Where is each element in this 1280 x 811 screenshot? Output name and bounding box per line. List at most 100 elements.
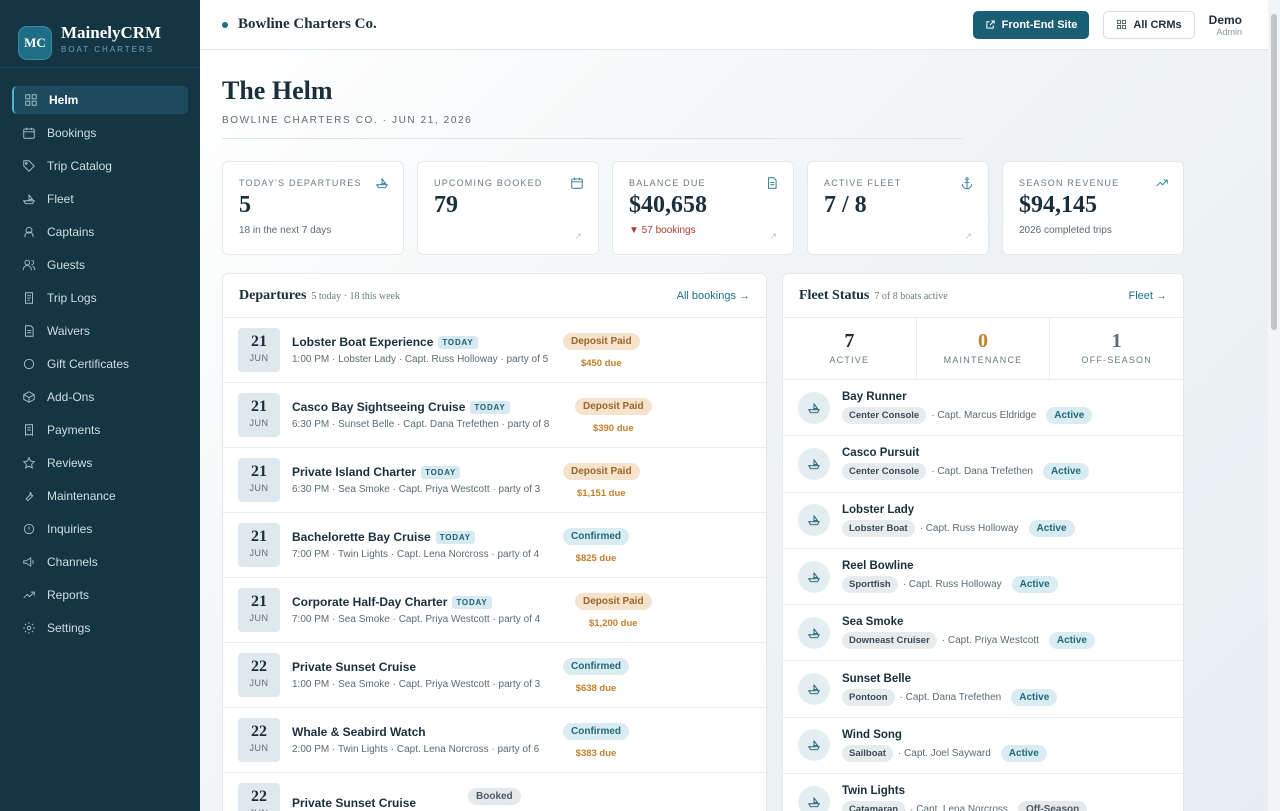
sidebar-item-label: Trip Catalog	[47, 159, 112, 173]
sidebar-item-inquiries[interactable]: Inquiries	[12, 515, 188, 543]
trip-name: Whale & Seabird Watch	[292, 725, 426, 739]
stat-card-upcoming-booked[interactable]: UPCOMING BOOKED 79 ↗	[417, 161, 599, 255]
sidebar-item-payments[interactable]: Payments	[12, 416, 188, 444]
date-day: 22	[251, 658, 267, 675]
boat-row-reel-bowline[interactable]: Reel Bowline Sportfish · Capt. Russ Hollow…	[783, 549, 1183, 606]
sidebar-item-label: Channels	[47, 555, 98, 569]
departure-row[interactable]: 21 JUN Private Island Charter TODAY 6:30 PM …	[223, 448, 766, 513]
sidebar-item-bookings[interactable]: Bookings	[12, 119, 188, 147]
brand-subtitle: BOAT CHARTERS	[61, 45, 155, 54]
user-menu[interactable]: Demo Admin	[1209, 13, 1242, 37]
wrench-icon	[22, 489, 36, 503]
sidebar-item-fleet[interactable]: Fleet	[12, 185, 188, 213]
departure-meta: 7:00 PM · Twin Lights · Capt. Lena Norcr…	[292, 549, 540, 560]
boat-row-sea-smoke[interactable]: Sea Smoke Downeast Cruiser · Capt. Priya W…	[783, 605, 1183, 662]
departures-title: Departures	[239, 287, 307, 303]
balance-due: $1,200 due	[588, 618, 638, 629]
stat-card-balance-due[interactable]: BALANCE DUE $40,658 ▼ 57 bookings ↗	[612, 161, 794, 255]
departure-row[interactable]: 21 JUN Corporate Half-Day Charter TODAY 7:00…	[223, 578, 766, 643]
front-end-site-button[interactable]: Front-End Site	[972, 10, 1090, 39]
boat-row-lobster-lady[interactable]: Lobster Lady Lobster Boat · Capt. Russ Hol…	[783, 493, 1183, 549]
boat-info: Reel Bowline Sportfish · Capt. Russ Hollow…	[842, 560, 1058, 594]
stat-value: 7 / 8	[824, 192, 867, 218]
boat-icon	[798, 673, 830, 706]
stat-card-season-revenue[interactable]: SEASON REVENUE $94,145 2026 completed trip…	[1002, 161, 1184, 255]
boat-captain: · Capt. Dana Trefethen	[931, 466, 1033, 478]
log-icon	[22, 291, 36, 305]
boat-row-wind-song[interactable]: Wind Song Sailboat · Capt. Joel Sayward Act…	[783, 718, 1183, 775]
all-crms-button[interactable]: All CRMs	[1103, 10, 1195, 39]
departure-row[interactable]: 22 JUN Whale & Seabird Watch 2:00 PM · Twin…	[223, 708, 766, 773]
fleet-link[interactable]: Fleet →	[1128, 290, 1167, 302]
boat-row-twin-lights[interactable]: Twin Lights Catamaran · Capt. Lena Norcros…	[783, 774, 1183, 811]
page-scrollbar[interactable]	[1268, 0, 1280, 811]
sidebar-item-trip-logs[interactable]: Trip Logs	[12, 284, 188, 312]
date-day: 21	[251, 528, 267, 545]
departure-row[interactable]: 21 JUN Lobster Boat Experience TODAY 1:00 PM…	[223, 318, 766, 383]
sidebar-item-label: Waivers	[47, 324, 90, 338]
boat-type-badge: Pontoon	[842, 688, 895, 706]
page-title: The Helm	[222, 76, 333, 105]
stat-card-today-s-departures[interactable]: TODAY'S DEPARTURES 5 18 in the next 7 days	[222, 161, 404, 255]
departure-row[interactable]: 22 JUN Private Sunset Cruise 1:00 PM · Sea …	[223, 643, 766, 708]
sidebar-item-gift-certificates[interactable]: Gift Certificates	[12, 350, 188, 378]
sidebar-item-label: Maintenance	[47, 489, 116, 503]
boat-type-badge: Lobster Boat	[842, 519, 915, 537]
sidebar-item-settings[interactable]: Settings	[12, 614, 188, 642]
tag-icon	[22, 159, 36, 173]
sidebar-item-guests[interactable]: Guests	[12, 251, 188, 279]
date-month: JUN	[249, 743, 269, 753]
departure-row[interactable]: 21 JUN Casco Bay Sightseeing Cruise TODAY 6:…	[223, 383, 766, 448]
departure-title: Private Sunset Cruise	[292, 660, 540, 674]
fleet-meta: 7 of 8 boats active	[874, 291, 948, 302]
sidebar-item-waivers[interactable]: Waivers	[12, 317, 188, 345]
departure-info: Private Island Charter TODAY 6:30 PM · Sea…	[292, 465, 540, 495]
sidebar-item-reports[interactable]: Reports	[12, 581, 188, 609]
status-badge: Deposit Paid	[575, 398, 652, 415]
status-badge: Confirmed	[563, 723, 629, 740]
sidebar-item-label: Gift Certificates	[47, 357, 130, 371]
departure-title: Private Island Charter TODAY	[292, 465, 540, 479]
boat-type-badge: Center Console	[842, 407, 927, 425]
sidebar-item-reviews[interactable]: Reviews	[12, 449, 188, 477]
all-bookings-link[interactable]: All bookings →	[677, 290, 750, 302]
circle-icon	[22, 357, 36, 371]
boat-row-bay-runner[interactable]: Bay Runner Center Console · Capt. Marcus E…	[783, 380, 1183, 437]
fleet-panel: Fleet Status 7 of 8 boats active Fleet →…	[782, 273, 1184, 811]
stat-card-active-fleet[interactable]: ACTIVE FLEET 7 / 8 ↗	[807, 161, 989, 255]
calendar-icon	[570, 176, 584, 190]
boat-name: Twin Lights	[842, 785, 906, 798]
sidebar-item-trip-catalog[interactable]: Trip Catalog	[12, 152, 188, 180]
departures-panel: Departures 5 today · 18 this week All bo…	[222, 273, 767, 811]
date-day: 22	[251, 723, 267, 740]
sidebar-item-maintenance[interactable]: Maintenance	[12, 482, 188, 510]
scrollbar-thumb[interactable]	[1271, 14, 1277, 330]
boat-icon	[798, 504, 830, 537]
balance-due: $1,151 due	[576, 488, 626, 499]
sidebar-item-add-ons[interactable]: Add-Ons	[12, 383, 188, 411]
balance-due: $450 due	[580, 358, 622, 369]
brand[interactable]: MC MainelyCRM BOAT CHARTERS	[0, 0, 200, 68]
status-badge: Deposit Paid	[575, 593, 652, 610]
boat-status-badge: Active	[1011, 576, 1058, 594]
stat-subtext: 18 in the next 7 days	[239, 225, 332, 236]
boat-row-sunset-belle[interactable]: Sunset Belle Pontoon · Capt. Dana Trefethe…	[783, 661, 1183, 718]
fleet-title: Fleet Status	[799, 287, 870, 303]
boat-details: Downeast Cruiser · Capt. Priya Westcott Ac…	[842, 632, 1095, 650]
main-content: The Helm BOWLINE CHARTERS CO. · JUN 21, …	[200, 50, 1268, 811]
departure-row[interactable]: 22JUN Private Sunset Cruise Booked	[223, 773, 766, 811]
sidebar-item-channels[interactable]: Channels	[12, 548, 188, 576]
status-badge: Confirmed	[563, 658, 629, 675]
sidebar-item-label: Add-Ons	[47, 390, 95, 404]
departure-row[interactable]: 21 JUN Bachelorette Bay Cruise TODAY 7:00 PM…	[223, 513, 766, 578]
user-name: Demo	[1208, 12, 1242, 27]
sidebar-item-captains[interactable]: Captains	[12, 218, 188, 246]
stat-value: $94,145	[1019, 192, 1097, 218]
sidebar-item-label: Bookings	[47, 126, 97, 140]
sidebar-item-helm[interactable]: Helm	[12, 86, 188, 114]
boat-info: Sunset Belle Pontoon · Capt. Dana Trefethe…	[842, 673, 1058, 706]
stat-value: 79	[434, 192, 458, 218]
departure-title: Bachelorette Bay Cruise TODAY	[292, 530, 539, 544]
boat-row-casco-pursuit[interactable]: Casco Pursuit Center Console · Capt. Dana …	[783, 436, 1183, 493]
company-name: Bowline Charters Co.	[238, 16, 377, 32]
